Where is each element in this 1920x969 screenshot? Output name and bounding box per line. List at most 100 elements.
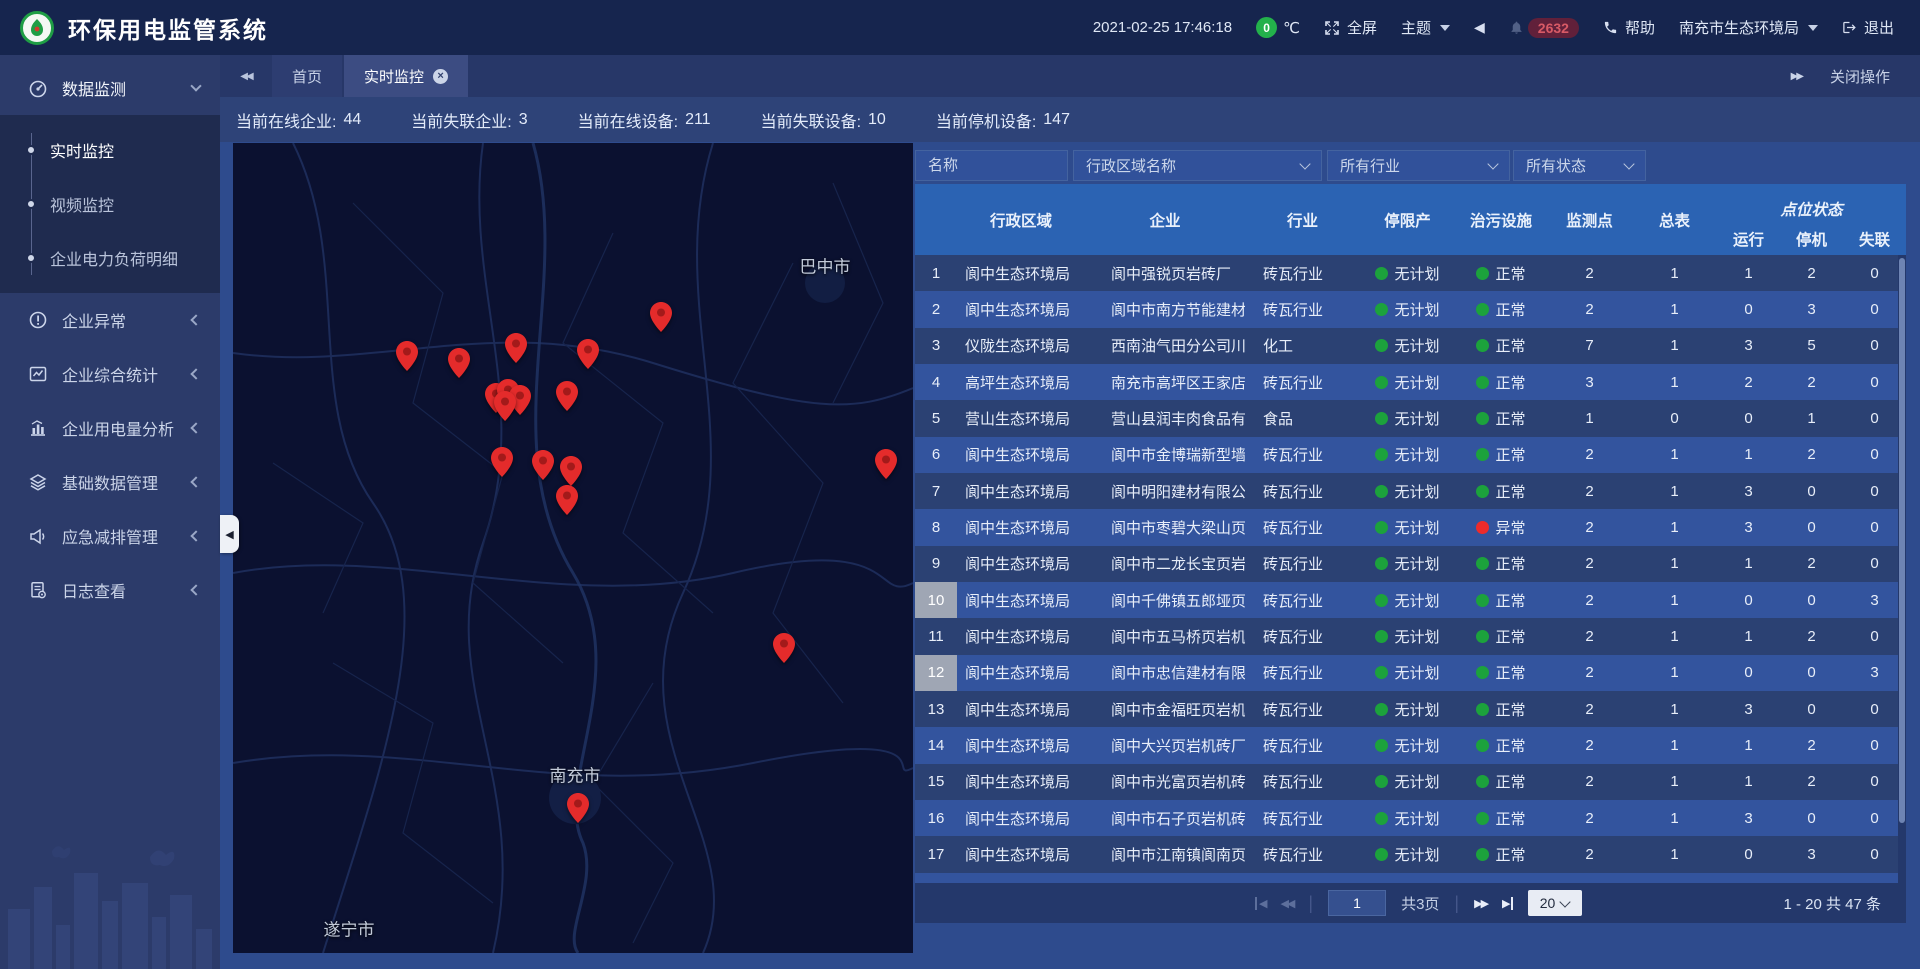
table-row[interactable]: 11阆中生态环境局阆中市五马桥页岩机砖砖瓦行业无计划正常21120 xyxy=(915,618,1906,654)
row-total-count: 1 xyxy=(1632,873,1717,883)
row-industry: 食品 xyxy=(1245,400,1360,436)
sidebar-item-emergency-reduction[interactable]: 应急减排管理 xyxy=(0,509,220,563)
table-row[interactable]: 9阆中生态环境局阆中市二龙长宝页岩砖砖瓦行业无计划正常21120 xyxy=(915,546,1906,582)
sidebar-subitem-realtime-monitor[interactable]: 实时监控 xyxy=(0,123,220,177)
prev-page-icon[interactable]: ◀◀ xyxy=(1280,897,1293,910)
row-limit-status: 无计划 xyxy=(1360,364,1455,400)
tab-home[interactable]: 首页 xyxy=(272,55,342,97)
map-pin-icon[interactable] xyxy=(491,447,513,477)
row-lost-count: 0 xyxy=(1843,618,1906,654)
row-company: 阆中市忠信建材有限公 xyxy=(1085,655,1245,691)
table-row[interactable]: 6阆中生态环境局阆中市金博瑞新型墙材砖瓦行业无计划正常21120 xyxy=(915,437,1906,473)
sidebar-subitem-power-load-detail[interactable]: 企业电力负荷明细 xyxy=(0,231,220,285)
table-row[interactable]: 4高坪生态环境局南充市高坪区王家店建砖瓦行业无计划正常31220 xyxy=(915,364,1906,400)
close-operations-button[interactable]: 关闭操作 xyxy=(1830,66,1890,87)
row-total-count: 1 xyxy=(1632,473,1717,509)
table-row[interactable]: 2阆中生态环境局阆中市南方节能建材有砖瓦行业无计划正常21030 xyxy=(915,291,1906,327)
map-pin-icon[interactable] xyxy=(396,341,418,371)
status-dot-icon xyxy=(1375,485,1388,498)
page-size-select[interactable]: 20 xyxy=(1528,890,1582,916)
map-pin-icon[interactable] xyxy=(577,339,599,369)
map-panel[interactable]: 巴中市南充市遂宁市 xyxy=(233,143,913,953)
map-pin-icon[interactable] xyxy=(773,633,795,663)
theme-dropdown[interactable]: 主题 xyxy=(1401,17,1450,38)
sidebar-item-enterprise-abnormal[interactable]: 企业异常 xyxy=(0,293,220,347)
table-row[interactable]: 18南部生态环境局南部县砌华水泥有限公建材加工无计划正常21120 xyxy=(915,873,1906,883)
status-dot-icon xyxy=(1375,521,1388,534)
main-area: 巴中市南充市遂宁市 行政区域名称 所有行业 所有状态 xyxy=(220,142,1920,969)
close-tab-icon[interactable]: × xyxy=(433,69,448,84)
map-pin-icon[interactable] xyxy=(567,793,589,823)
map-pin-icon[interactable] xyxy=(560,456,582,486)
row-seq: 16 xyxy=(915,800,957,836)
row-seq: 9 xyxy=(915,546,957,582)
map-pin-icon[interactable] xyxy=(556,381,578,411)
stat-item-0: 当前在线企业:44 xyxy=(236,108,361,132)
map-pin-icon[interactable] xyxy=(556,485,578,515)
sidebar-item-power-analysis[interactable]: 企业用电量分析 xyxy=(0,401,220,455)
status-filter-select[interactable]: 所有状态 xyxy=(1513,150,1646,181)
table-row[interactable]: 5营山生态环境局营山县润丰肉食品有限食品无计划正常10010 xyxy=(915,400,1906,436)
stat-label: 当前在线企业: xyxy=(236,108,336,132)
stats-icon xyxy=(28,364,48,384)
industry-filter-select[interactable]: 所有行业 xyxy=(1327,150,1510,181)
table-row[interactable]: 1阆中生态环境局阆中强锐页岩砖厂砖瓦行业无计划正常21120 xyxy=(915,255,1906,291)
name-filter-field[interactable] xyxy=(915,150,1068,181)
table-row[interactable]: 15阆中生态环境局阆中市光富页岩机砖厂砖瓦行业无计划正常21120 xyxy=(915,764,1906,800)
map-pin-icon[interactable] xyxy=(494,391,516,421)
last-page-icon[interactable]: ▶ xyxy=(1502,897,1512,910)
map-pin-icon[interactable] xyxy=(650,302,672,332)
page-number-input[interactable] xyxy=(1328,890,1386,916)
table-row[interactable]: 10阆中生态环境局阆中千佛镇五郎垭页岩砖瓦行业无计划正常21003 xyxy=(915,582,1906,618)
table-row[interactable]: 13阆中生态环境局阆中市金福旺页岩机砖砖瓦行业无计划正常21300 xyxy=(915,691,1906,727)
row-facility-status: 异常 xyxy=(1455,509,1547,545)
row-limit-status: 无计划 xyxy=(1360,764,1455,800)
row-seq: 11 xyxy=(915,618,957,654)
name-filter-input[interactable] xyxy=(928,157,1055,174)
row-run-count: 1 xyxy=(1717,546,1780,582)
first-page-icon[interactable]: ◀ xyxy=(1255,897,1265,910)
sidebar-collapse-handle[interactable]: ◀ xyxy=(220,515,239,553)
row-run-count: 0 xyxy=(1717,291,1780,327)
row-monitor-count: 2 xyxy=(1547,836,1632,872)
table-row[interactable]: 12阆中生态环境局阆中市忠信建材有限公砖瓦行业无计划正常21003 xyxy=(915,655,1906,691)
map-pin-icon[interactable] xyxy=(875,449,897,479)
row-seq: 6 xyxy=(915,437,957,473)
sidebar-item-log-view[interactable]: 日志查看 xyxy=(0,563,220,617)
alarm-counter[interactable]: 2632 xyxy=(1509,18,1579,38)
row-lost-count: 3 xyxy=(1843,655,1906,691)
stat-value: 211 xyxy=(685,111,711,129)
map-pin-icon[interactable] xyxy=(532,450,554,480)
scrollbar-thumb[interactable] xyxy=(1899,258,1905,823)
logout-button[interactable]: 退出 xyxy=(1842,17,1894,38)
sidebar-subitem-video-monitor[interactable]: 视频监控 xyxy=(0,177,220,231)
next-page-icon[interactable]: ▶▶ xyxy=(1474,897,1487,910)
row-facility-status: 正常 xyxy=(1455,255,1547,291)
table-row[interactable]: 14阆中生态环境局阆中大兴页岩机砖厂砖瓦行业无计划正常21120 xyxy=(915,727,1906,763)
scroll-tabs-right-icon[interactable]: ▶▶ xyxy=(1791,71,1802,82)
table-row[interactable]: 16阆中生态环境局阆中市石子页岩机砖厂砖瓦行业无计划正常21300 xyxy=(915,800,1906,836)
table-row[interactable]: 17阆中生态环境局阆中市江南镇阆南页岩砖瓦行业无计划正常21030 xyxy=(915,836,1906,872)
row-seq: 3 xyxy=(915,328,957,364)
sound-icon[interactable]: ◀ xyxy=(1474,19,1485,36)
region-filter-select[interactable]: 行政区域名称 xyxy=(1073,150,1322,181)
row-total-count: 1 xyxy=(1632,437,1717,473)
map-pin-icon[interactable] xyxy=(505,333,527,363)
table-scrollbar[interactable] xyxy=(1898,255,1906,883)
org-dropdown[interactable]: 南充市生态环境局 xyxy=(1679,17,1818,38)
table-row[interactable]: 7阆中生态环境局阆中明阳建材有限公司砖瓦行业无计划正常21300 xyxy=(915,473,1906,509)
scroll-tabs-left-icon[interactable]: ◀◀ xyxy=(220,55,272,97)
fullscreen-button[interactable]: 全屏 xyxy=(1324,17,1377,38)
row-facility-status: 正常 xyxy=(1455,727,1547,763)
status-dot-icon xyxy=(1375,412,1388,425)
status-dot-icon xyxy=(1375,703,1388,716)
sidebar-item-data-monitor[interactable]: 数据监测 xyxy=(0,61,220,115)
map-pin-icon[interactable] xyxy=(448,348,470,378)
sidebar-item-base-data[interactable]: 基础数据管理 xyxy=(0,455,220,509)
help-button[interactable]: 帮助 xyxy=(1603,17,1655,38)
row-stop-count: 0 xyxy=(1780,691,1843,727)
tab-realtime-monitor[interactable]: 实时监控 × xyxy=(344,55,468,97)
table-row[interactable]: 8阆中生态环境局阆中市枣碧大梁山页岩砖瓦行业无计划异常21300 xyxy=(915,509,1906,545)
sidebar-item-enterprise-statistics[interactable]: 企业综合统计 xyxy=(0,347,220,401)
table-row[interactable]: 3仪陇生态环境局西南油气田分公司川中化工无计划正常71350 xyxy=(915,328,1906,364)
